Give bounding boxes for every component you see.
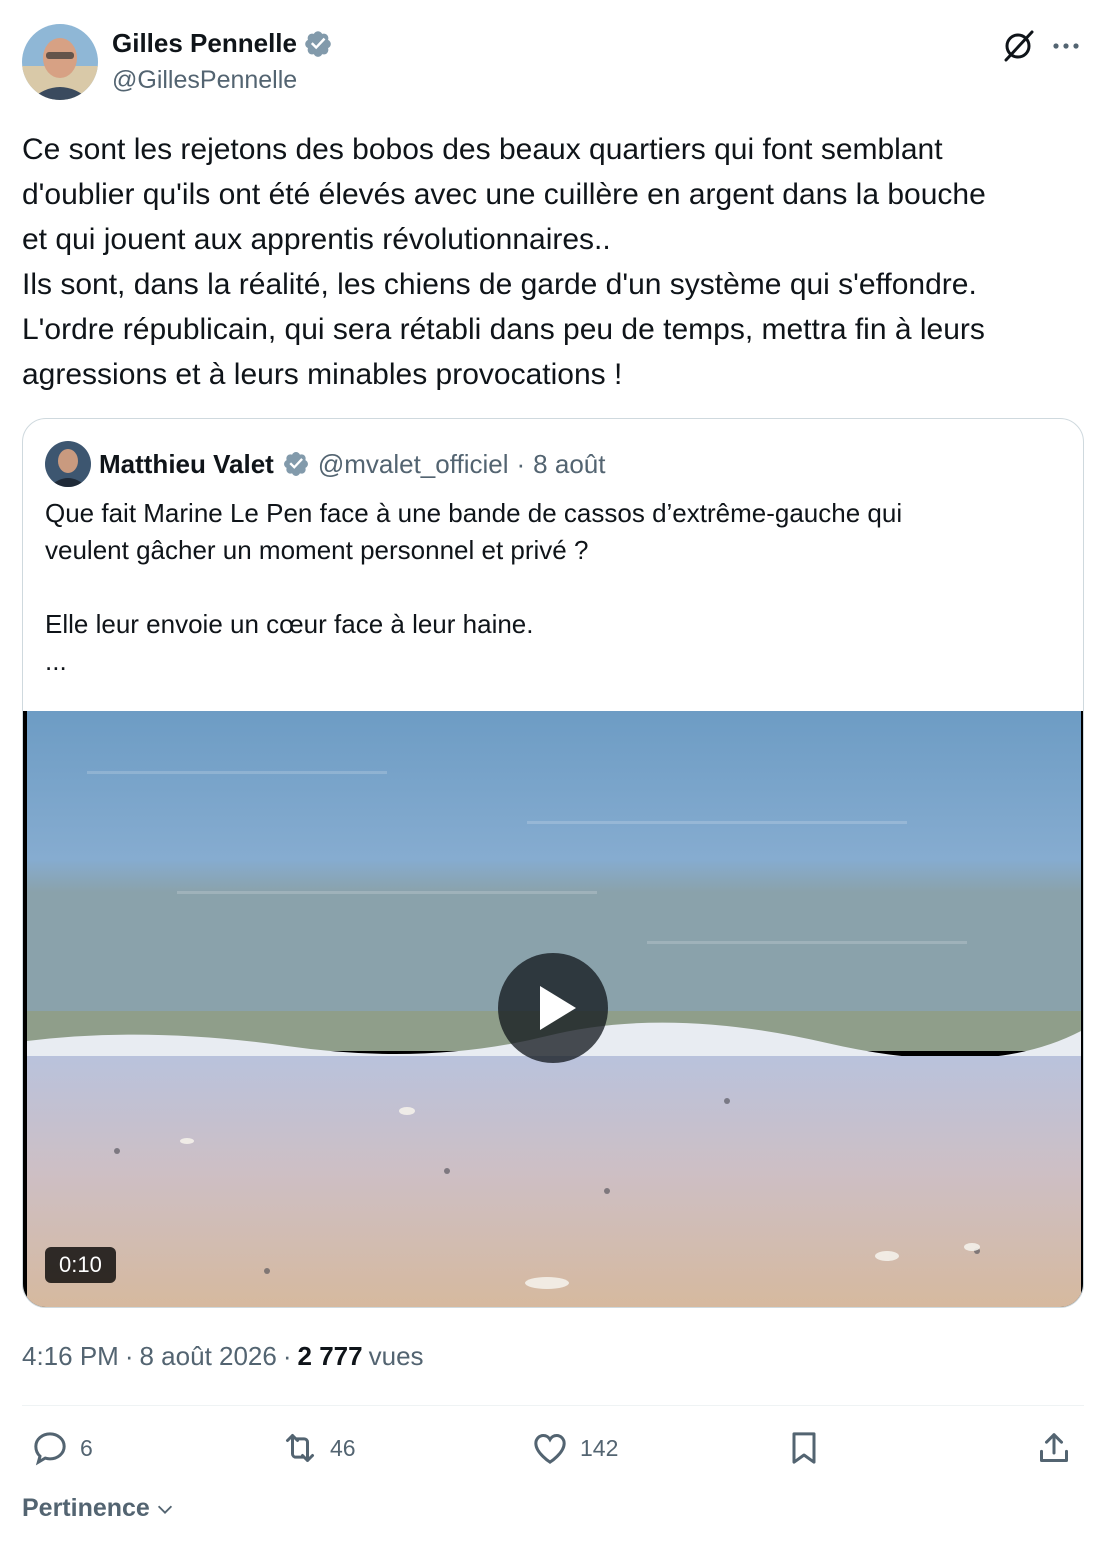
verified-badge-icon <box>283 452 308 476</box>
reply-icon <box>34 1432 66 1466</box>
tweet-line: L'ordre républicain, qui sera rétabli da… <box>22 313 985 346</box>
bookmark-icon <box>792 1432 816 1464</box>
reply-count: 6 <box>80 1434 93 1461</box>
quoted-author-avatar[interactable] <box>45 441 91 487</box>
share-icon <box>1040 1433 1068 1462</box>
quoted-text: Que fait Marine Le Pen face à une bande … <box>45 495 1055 680</box>
quoted-author-name[interactable]: Matthieu Valet <box>99 449 274 480</box>
tweet-text: Ce sont les rejetons des bobos des beaux… <box>22 127 1092 397</box>
author-handle[interactable]: @GillesPennelle <box>112 66 297 95</box>
repost-count: 46 <box>330 1434 356 1461</box>
divider <box>22 1405 1084 1406</box>
repost-button[interactable]: 46 <box>280 1428 356 1468</box>
tweet-header: Gilles Pennelle @GillesPennelle <box>22 24 1084 102</box>
repost-icon <box>286 1434 314 1462</box>
grok-icon[interactable] <box>1000 28 1036 64</box>
tweet-line: et qui jouent aux apprentis révolutionna… <box>22 223 611 256</box>
author-name[interactable]: Gilles Pennelle <box>112 28 297 59</box>
tweet-line: d'oublier qu'ils ont été élevés avec une… <box>22 178 986 211</box>
views-label: vues <box>368 1341 424 1371</box>
tweet-line: Ils sont, dans la réalité, les chiens de… <box>22 268 977 301</box>
quoted-line: Elle leur envoie un cœur face à leur hai… <box>45 609 534 639</box>
video-player[interactable]: 0:10 <box>23 711 1083 1307</box>
quoted-line: veulent gâcher un moment personnel et pr… <box>45 535 589 565</box>
sort-dropdown[interactable]: Pertinence <box>22 1494 176 1523</box>
separator-dot: · <box>282 1341 292 1371</box>
tweet-date[interactable]: 8 août 2026 <box>140 1341 277 1372</box>
heart-icon <box>534 1433 566 1464</box>
separator-dot: · <box>516 448 526 479</box>
play-icon <box>540 986 576 1030</box>
tweet-time[interactable]: 4:16 PM <box>22 1341 119 1372</box>
verified-badge-icon <box>305 30 331 57</box>
chevron-down-icon <box>157 1505 172 1514</box>
share-button[interactable] <box>1034 1428 1074 1468</box>
action-bar: 6 46 142 <box>22 1428 1084 1476</box>
views-count: 2 777 <box>297 1341 363 1371</box>
quoted-author-handle[interactable]: @mvalet_officiel <box>318 449 509 480</box>
tweet-meta: 4:16 PM · 8 août 2026 · 2 777 vues <box>22 1341 424 1372</box>
bookmark-button[interactable] <box>784 1428 824 1468</box>
quoted-date[interactable]: 8 août <box>533 449 605 480</box>
reply-button[interactable]: 6 <box>30 1428 93 1468</box>
sort-label: Pertinence <box>22 1494 150 1522</box>
video-duration: 0:10 <box>45 1247 116 1283</box>
more-options-icon[interactable] <box>1048 28 1084 64</box>
tweet-line: agressions et à leurs minables provocati… <box>22 358 623 391</box>
quoted-line: ... <box>45 646 67 676</box>
quoted-tweet[interactable]: Matthieu Valet @mvalet_officiel · 8 août… <box>22 418 1084 1308</box>
separator-dot: · <box>124 1341 134 1371</box>
like-button[interactable]: 142 <box>530 1428 618 1468</box>
quoted-line: Que fait Marine Le Pen face à une bande … <box>45 498 903 528</box>
tweet-line: Ce sont les rejetons des bobos des beaux… <box>22 133 943 166</box>
play-button[interactable] <box>498 953 608 1063</box>
like-count: 142 <box>580 1434 619 1461</box>
author-avatar[interactable] <box>22 24 98 100</box>
